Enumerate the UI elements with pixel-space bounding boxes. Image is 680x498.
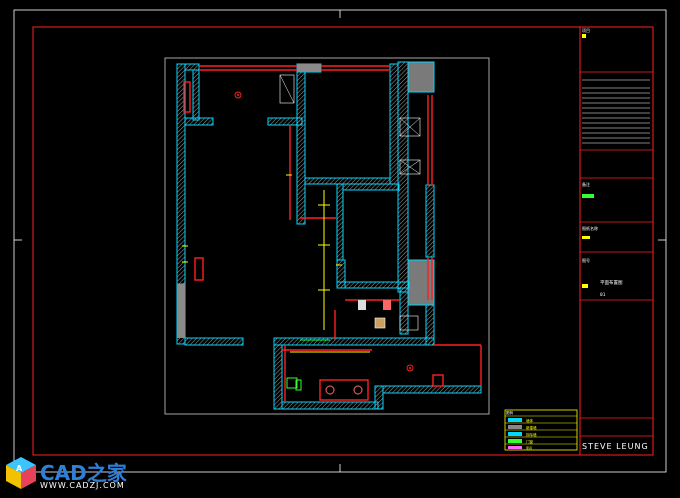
cad-drawing-canvas: 项目 备注 图纸名称 图号 平面布置图 01 STEVE LEUNG 图例 墙体…: [13, 9, 667, 473]
legend-label-3: 拆除墙: [526, 432, 537, 437]
column-left: [177, 284, 185, 338]
legend-swatch-4: [508, 439, 522, 443]
cube-logo-icon: A: [6, 457, 36, 489]
tb-dwg-title: 平面布置图: [600, 279, 623, 286]
tb-section-1: 备注: [582, 181, 590, 187]
tb-section-3: 图号: [582, 257, 590, 263]
legend-swatch-5: [508, 446, 522, 449]
doors-cyan: [184, 190, 435, 339]
walls-hatched: [176, 61, 482, 410]
tb-mark-1: [582, 34, 586, 38]
tb-mark-2: [582, 194, 594, 198]
tb-mark-3: [582, 236, 590, 239]
tb-firm-name: STEVE LEUNG: [582, 442, 649, 451]
legend-swatch-2: [508, 425, 522, 429]
title-block-ruled-lines: [582, 79, 650, 144]
legend-label-2: 新建墙: [526, 425, 537, 430]
title-block: 项目 备注 图纸名称 图号 平面布置图 01 STEVE LEUNG: [579, 26, 654, 456]
tb-section-2: 图纸名称: [582, 225, 598, 231]
tb-dwg-no: 01: [600, 292, 606, 298]
floor-plan: [176, 61, 482, 410]
tb-mark-4: [582, 284, 588, 288]
legend-swatch-1: [508, 418, 522, 422]
column-top-mid: [297, 64, 321, 72]
legend-label-4: 门窗: [526, 439, 534, 444]
watermark-url: WWW.CADZJ.COM: [40, 481, 125, 490]
svg-text:A: A: [16, 464, 23, 473]
watermark-logo: A CAD之家 WWW.CADZJ.COM: [4, 455, 154, 495]
tb-top-label: 项目: [582, 27, 590, 33]
legend-heading: 图例: [506, 410, 514, 415]
legend-box: 图例 墙体 新建墙 拆除墙 门窗 家具: [504, 409, 578, 451]
legend-swatch-3: [508, 432, 522, 436]
green-marks: [295, 339, 330, 391]
legend-label-1: 墙体: [526, 418, 534, 423]
plan-viewport: [164, 57, 490, 415]
legend-label-5: 家具: [526, 445, 532, 450]
